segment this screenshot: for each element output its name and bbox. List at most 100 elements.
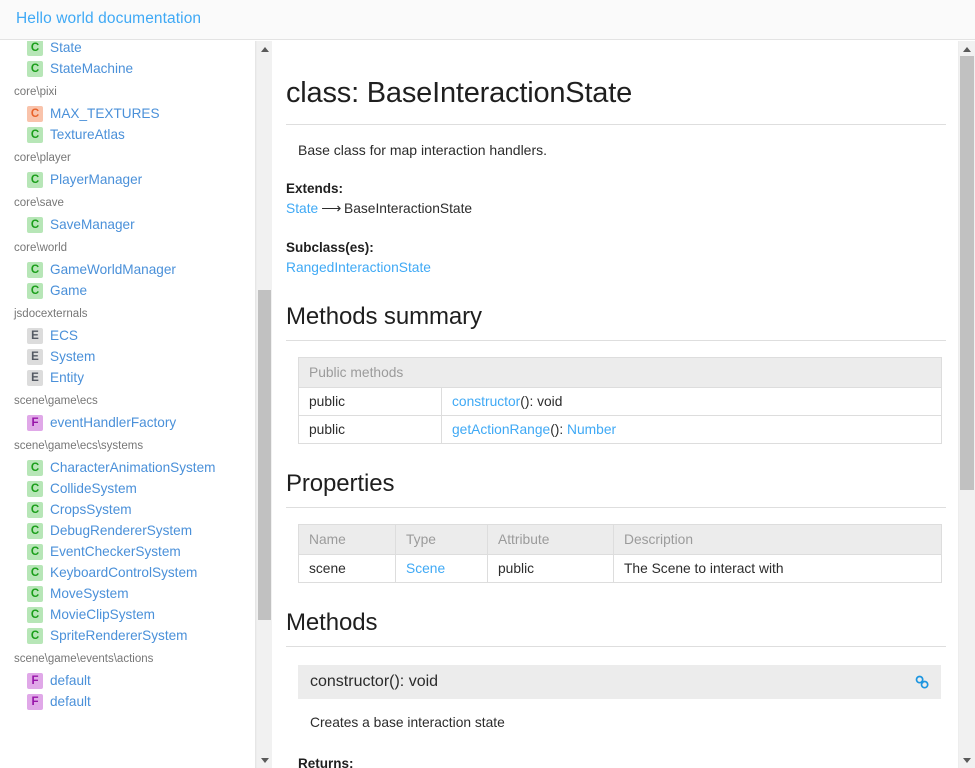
class-badge-icon: C [27,501,43,518]
sidebar-item-label: CollideSystem [50,481,137,496]
class-badge-icon: C [27,585,43,602]
table-row: public getActionRange(): Number [298,415,943,444]
properties-column-header: Type [395,524,488,555]
sidebar-item-collidesystem[interactable]: C CollideSystem [0,478,252,499]
class-description: Base class for map interaction handlers. [298,142,548,158]
subclasses-block: Subclass(es): RangedInteractionState [286,240,946,277]
returns-label: Returns: [298,756,354,768]
sidebar-group-label: jsdocexternals [14,308,88,320]
methods-heading: Methods [286,609,946,647]
table-row: scene Scene public The Scene to interact wi… [298,554,942,583]
table-header-row: Public methods [297,357,943,388]
sidebar-item-debugrenderersystem[interactable]: C DebugRendererSystem [0,520,252,541]
property-name-cell: scene [298,554,396,583]
top-header-bar: Hello world documentation [0,0,975,40]
sidebar-item-state[interactable]: C State [0,41,252,58]
external-badge-icon: E [27,369,43,386]
sidebar-item-movieclipsystem[interactable]: C MovieClipSystem [0,604,252,625]
triangle-up-icon[interactable] [959,41,974,57]
sidebar-item-eventcheckersystem[interactable]: C EventCheckerSystem [0,541,252,562]
sidebar-item-system[interactable]: E System [0,346,252,367]
sidebar-item-label: CharacterAnimationSystem [50,460,216,475]
method-return-type: void [537,394,563,409]
sidebar-item-cropssystem[interactable]: C CropsSystem [0,499,252,520]
class-badge-icon: C [27,282,43,299]
property-type-link[interactable]: Scene [406,561,445,576]
sidebar-item-playermanager[interactable]: C PlayerManager [0,169,252,190]
sidebar-item-label: ECS [50,328,78,343]
class-badge-icon: C [27,480,43,497]
sidebar-group-label: core\save [14,197,64,209]
main-scrollbar-thumb[interactable] [960,56,974,490]
method-visibility-cell: public [298,387,442,416]
methods-summary-table: Public methods public constructor(): void… [297,357,943,444]
method-params: (): [550,422,568,437]
method-signature-header: constructor(): void [298,665,941,699]
sidebar-item-entity[interactable]: E Entity [0,367,252,388]
sidebar-item-textureatlas[interactable]: C TextureAtlas [0,124,252,145]
sidebar-item-max_textures[interactable]: C MAX_TEXTURES [0,103,252,124]
sidebar-item-label: StateMachine [50,61,134,76]
sidebar-list: C State C StateMachine core\pixi C MAX_TEXTURE… [0,41,252,722]
function-badge-icon: F [27,672,43,689]
sidebar-item-characteranimationsystem[interactable]: C CharacterAnimationSystem [0,457,252,478]
sidebar-item-eventhandlerfactory[interactable]: FeventHandlerFactory [0,412,252,433]
sidebar-item-label: MovieClipSystem [50,607,155,622]
extends-arrow-icon: ⟶ [321,201,341,216]
sidebar-item-movesystem[interactable]: C MoveSystem [0,583,252,604]
sidebar-item-label: default [50,694,91,709]
sidebar-item-default[interactable]: Fdefault [0,670,252,691]
extends-label: Extends: [286,181,344,196]
sidebar-item-keyboardcontrolsystem[interactable]: C KeyboardControlSystem [0,562,252,583]
sidebar-item-savemanager[interactable]: C SaveManager [0,214,252,235]
extends-block: Extends: State ⟶ BaseInteractionState [286,181,946,218]
sidebar-item-spriterenderersystem[interactable]: C SpriteRendererSystem [0,625,252,646]
method-name-link[interactable]: constructor [452,394,520,409]
class-badge-icon: C [27,606,43,623]
sidebar-item-label: State [50,41,82,55]
sidebar-item-label: default [50,673,91,688]
method-params: (): [520,394,538,409]
class-badge-icon: C [27,627,43,644]
sidebar-group-label: core\world [14,242,68,254]
method-signature: constructor(): void [310,673,439,690]
sidebar-group-label: scene\game\ecs [14,395,98,407]
brand-home-link[interactable]: Hello world documentation [16,10,201,28]
method-name-link[interactable]: getActionRange [452,422,550,437]
class-badge-icon: C [27,459,43,476]
method-return-type-link[interactable]: Number [567,422,616,437]
sidebar-item-label: Game [50,283,88,298]
page-title: class: BaseInteractionState [286,77,946,125]
sidebar-scrollbar-thumb[interactable] [258,290,271,620]
sidebar-item-statemachine[interactable]: C StateMachine [0,58,252,79]
sidebar-item-label: System [50,349,96,364]
properties-table: Name Type Attribute Description scene Scene p… [298,524,942,583]
documentation-article: class: BaseInteractionState Base class f… [273,41,958,768]
properties-column-header: Attribute [487,524,614,555]
sidebar-item-label: SpriteRendererSystem [50,628,188,643]
sidebar-item-label: MoveSystem [50,586,129,601]
sidebar-group-label: core\pixi [14,86,57,98]
properties-body: scene Scene public The Scene to interact wi… [298,554,942,583]
properties-column-header: Name [298,524,396,555]
extends-parent-link[interactable]: State [286,201,318,216]
function-badge-icon: F [27,414,43,431]
method-signature-cell: constructor(): void [440,387,943,416]
sidebar-group-label: scene\game\ecs\systems [14,440,144,452]
triangle-up-icon[interactable] [257,41,272,57]
sidebar-item-label: eventHandlerFactory [50,415,177,430]
sidebar-item-gameworldmanager[interactable]: C GameWorldManager [0,259,252,280]
extends-current-class: BaseInteractionState [344,201,473,216]
sidebar-scrollbar[interactable] [256,41,272,768]
triangle-down-icon[interactable] [257,752,272,768]
sidebar-item-ecs[interactable]: E ECS [0,325,252,346]
properties-column-header: Description [613,524,942,555]
main-scrollbar[interactable] [958,41,975,768]
sidebar-item-game[interactable]: C Game [0,280,252,301]
class-badge-icon: C [27,41,43,56]
subclass-link[interactable]: RangedInteractionState [286,260,431,275]
sidebar-item-default[interactable]: Fdefault [0,691,252,712]
method-signature-cell: getActionRange(): Number [440,415,943,444]
link-icon[interactable] [913,673,931,691]
triangle-down-icon[interactable] [959,752,974,768]
